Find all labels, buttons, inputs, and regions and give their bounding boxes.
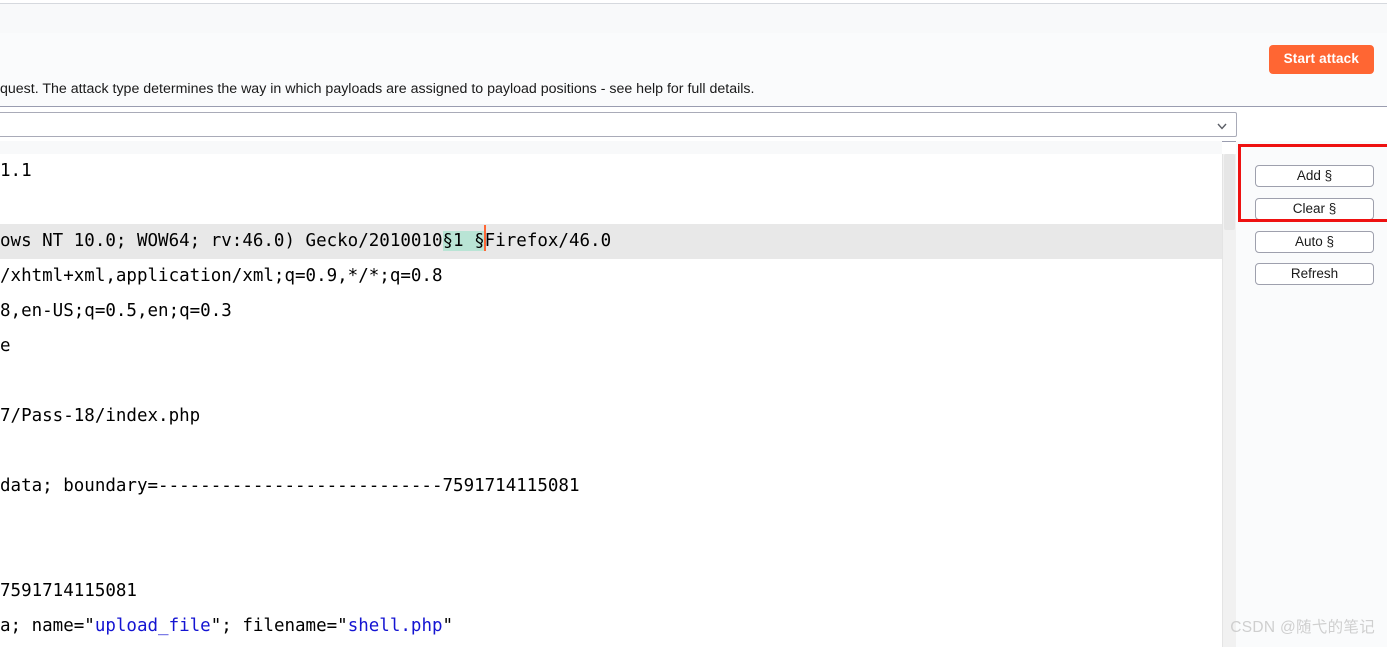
code-text: a; name=" [0, 616, 95, 636]
code-text: 8,en-US;q=0.5,en;q=0.3 [0, 301, 232, 321]
code-text: 7591714115081 [0, 581, 137, 601]
request-code-area[interactable]: 1.1 ows NT 10.0; WOW64; rv:46.0) Gecko/20… [0, 154, 1222, 647]
code-line: e [0, 329, 1222, 364]
chevron-down-icon[interactable] [1216, 120, 1228, 132]
start-attack-button[interactable]: Start attack [1268, 45, 1374, 74]
editor-vertical-scrollbar[interactable] [1222, 154, 1236, 647]
attack-type-help-text: quest. The attack type determines the wa… [0, 81, 755, 97]
add-marker-button[interactable]: Add § [1255, 165, 1374, 187]
request-editor-pane[interactable]: 1.1 ows NT 10.0; WOW64; rv:46.0) Gecko/20… [0, 141, 1222, 647]
code-line: /xhtml+xml,application/xml;q=0.9,*/*;q=0… [0, 259, 1222, 294]
payload-position-marker: §1 § [442, 231, 485, 251]
code-text: Firefox/46.0 [484, 231, 612, 251]
code-text: 7/Pass-18/index.php [0, 406, 201, 426]
code-text: data; boundary=-------------------------… [0, 476, 580, 496]
code-line: ows NT 10.0; WOW64; rv:46.0) Gecko/20100… [0, 224, 1222, 259]
code-line: 1.1 [0, 154, 1222, 189]
top-toolbar-strip [0, 3, 1387, 34]
code-string-value: upload_file [94, 616, 211, 636]
app-shell: Start attack quest. The attack type dete… [0, 0, 1387, 647]
intruder-action-band: Start attack quest. The attack type dete… [0, 33, 1387, 107]
code-line: 7591714115081 [0, 574, 1222, 609]
code-line: data; boundary=-------------------------… [0, 469, 1222, 504]
code-line: a; name="upload_file"; filename="shell.p… [0, 609, 1222, 644]
editor-scrollbar-thumb[interactable] [1224, 154, 1235, 230]
refresh-button[interactable]: Refresh [1255, 263, 1374, 285]
code-text: 1.1 [0, 161, 32, 181]
code-text: " [442, 616, 454, 636]
code-line: 8,en-US;q=0.5,en;q=0.3 [0, 294, 1222, 329]
code-text: ows NT 10.0; WOW64; rv:46.0) Gecko/20100… [0, 231, 443, 251]
code-line: 7/Pass-18/index.php [0, 399, 1222, 434]
watermark: CSDN @随弋的笔记 [1230, 619, 1375, 636]
code-text: /xhtml+xml,application/xml;q=0.9,*/*;q=0… [0, 266, 443, 286]
editor-tabstrip [0, 141, 1222, 154]
attack-type-select[interactable] [0, 112, 1237, 137]
attack-type-row [0, 107, 1387, 142]
auto-markers-button[interactable]: Auto § [1255, 231, 1374, 253]
code-string-value: shell.php [347, 616, 443, 636]
code-text: "; filename=" [210, 616, 348, 636]
payload-marker-rail: Add § Clear § Auto § Refresh [1236, 141, 1387, 647]
clear-markers-button[interactable]: Clear § [1255, 198, 1374, 220]
code-text: e [0, 336, 11, 356]
